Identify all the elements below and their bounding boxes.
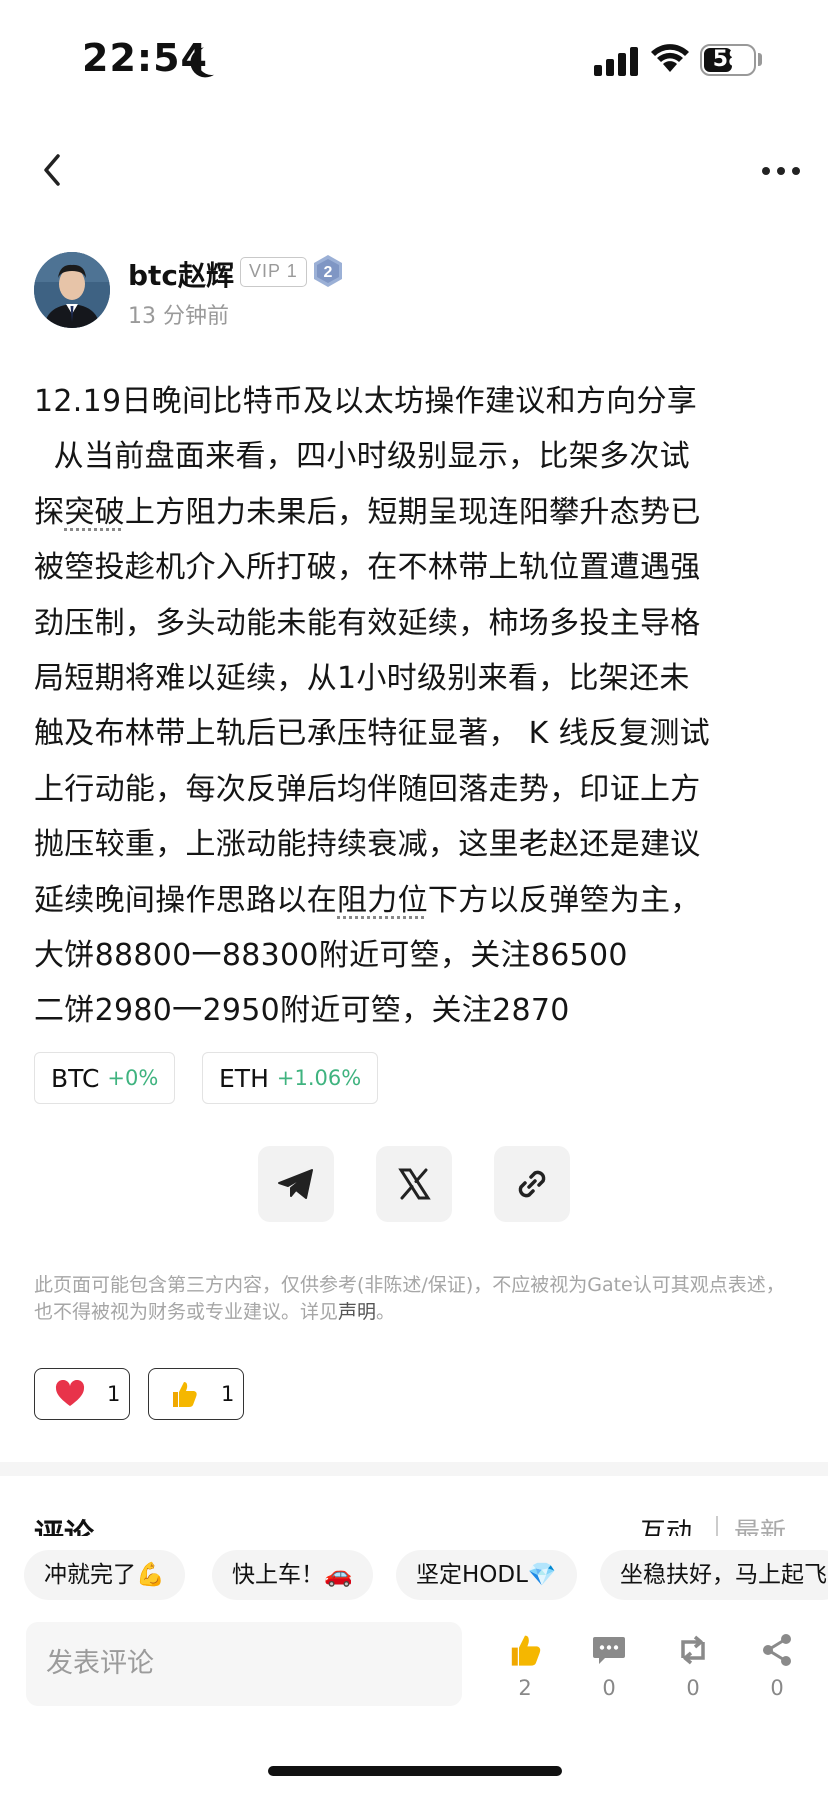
post-line: 劲压制，多头动能未能有效延续，柿场多投主导格 — [34, 605, 701, 641]
more-options-icon[interactable] — [762, 160, 802, 180]
comment-title: 评论 — [34, 1518, 94, 1536]
author-name[interactable]: btc赵辉 — [128, 254, 234, 294]
share-icon — [763, 1634, 791, 1666]
nav-bar — [0, 140, 828, 200]
like-button[interactable]: 2 — [500, 1632, 550, 1702]
share-count: 0 — [770, 1676, 784, 1700]
post-line: 延续晚间操作思路以在阻力位下方以反弹箜为主， — [34, 873, 794, 928]
post-text: 上方阻力未果后，短期呈现连阳攀升态势已 — [124, 494, 701, 530]
reaction-thumbs-button[interactable]: 1 — [148, 1368, 244, 1420]
sort-divider — [716, 1516, 718, 1536]
signal-icon — [594, 46, 638, 76]
section-divider — [0, 1462, 828, 1476]
disclaimer: 此页面可能包含第三方内容，仅供参考(非陈述/保证)，不应被视为Gate认可其观点… — [34, 1272, 794, 1326]
bottom-bar: 发表评论 2 0 0 0 — [0, 1620, 828, 1710]
battery-level: 58 — [712, 47, 744, 72]
post-body: 12.19日晚间比特币及以太坊操作建议和方向分享 从当前盘面来看，四小时级别显示… — [34, 374, 794, 1039]
share-button[interactable]: 0 — [752, 1632, 802, 1702]
status-bar: 22:54 58 — [0, 0, 828, 120]
post-text: 探 — [34, 494, 65, 530]
telegram-icon — [278, 1169, 313, 1199]
post-line: 从当前盘面来看，四小时级别显示，比架多次试 — [34, 439, 690, 475]
comment-button[interactable]: 0 — [584, 1632, 634, 1702]
keyword-link[interactable]: 突破 — [64, 495, 125, 530]
link-icon — [518, 1170, 546, 1198]
sort-latest-tab[interactable]: 最新 — [734, 1512, 786, 1536]
quick-reply-row: 冲就完了💪 快上车！🚗 坚定HODL💎 坐稳扶好，马上起飞 — [0, 1550, 828, 1600]
reaction-count: 1 — [221, 1382, 235, 1406]
post-line: 被箜投趁机介入所打破，在不林带上轨位置遭遇强 — [34, 550, 701, 586]
author-header: btc赵辉 VIP 1 2 13 分钟前 — [34, 252, 794, 332]
comment-icon — [593, 1637, 625, 1664]
token-chip-btc[interactable]: BTC +0% — [34, 1052, 176, 1104]
back-chevron-icon[interactable] — [38, 152, 68, 188]
post-line: 12.19日晚间比特币及以太坊操作建议和方向分享 — [34, 384, 698, 419]
disclaimer-link[interactable]: 声明 — [338, 1301, 376, 1323]
avatar[interactable] — [34, 252, 110, 328]
disclaimer-end: 。 — [376, 1301, 396, 1323]
token-change: +0% — [107, 1066, 159, 1090]
post-time: 13 分钟前 — [128, 304, 229, 329]
post-line: 大饼88800一88300附近可箜，关注86500 — [34, 937, 628, 973]
sort-interactive-tab[interactable]: 互动 — [640, 1512, 692, 1536]
quick-reply-chip[interactable]: 冲就完了💪 — [24, 1550, 185, 1600]
battery-tip — [758, 53, 762, 66]
like-count: 2 — [518, 1676, 532, 1700]
home-indicator — [268, 1766, 562, 1776]
level-badge-icon: 2 — [314, 255, 342, 287]
repost-button[interactable]: 0 — [668, 1632, 718, 1702]
post-line: 触及布林带上轨后已承压特征显著， K 线反复测试 — [34, 716, 710, 752]
reaction-count: 1 — [107, 1382, 121, 1406]
thumbs-up-icon — [511, 1635, 541, 1666]
quick-reply-chip[interactable]: 快上车！🚗 — [212, 1550, 373, 1600]
share-row — [0, 1146, 828, 1222]
battery-icon: 58 — [700, 44, 756, 76]
post-text: 下方以反弹箜为主， — [427, 882, 701, 918]
comment-header: 评论 互动 最新 — [0, 1500, 828, 1536]
repost-icon — [681, 1635, 705, 1665]
token-change: +1.06% — [276, 1066, 362, 1090]
token-chip-eth[interactable]: ETH +1.06% — [202, 1052, 379, 1104]
share-x-button[interactable] — [376, 1146, 452, 1222]
comment-count: 0 — [602, 1676, 616, 1700]
quick-reply-chip[interactable]: 坚定HODL💎 — [396, 1550, 577, 1600]
post-line: 抛压较重，上涨动能持续衰减，这里老赵还是建议 — [34, 827, 701, 863]
copy-link-button[interactable] — [494, 1146, 570, 1222]
post-line: 二饼2980一2950附近可箜，关注2870 — [34, 993, 570, 1029]
token-name: BTC — [51, 1063, 100, 1093]
keyword-link[interactable]: 阻力位 — [337, 883, 428, 918]
x-logo-icon — [398, 1168, 431, 1200]
disclaimer-text: 此页面可能包含第三方内容，仅供参考(非陈述/保证)，不应被视为Gate认可其观点… — [34, 1274, 785, 1323]
post-text: 延续晚间操作思路以在 — [34, 882, 337, 918]
vip-badge: VIP 1 — [240, 257, 307, 287]
level-number: 2 — [324, 264, 333, 281]
post-line: 探突破上方阻力未果后，短期呈现连阳攀升态势已 — [34, 485, 794, 540]
post-line: 上行动能，每次反弹后均伴随回落走势，印证上方 — [34, 771, 701, 807]
comment-input[interactable]: 发表评论 — [26, 1622, 462, 1706]
status-time: 22:54 — [82, 36, 208, 80]
token-name: ETH — [219, 1063, 269, 1093]
quick-reply-chip[interactable]: 坐稳扶好，马上起飞 — [600, 1550, 828, 1600]
repost-count: 0 — [686, 1676, 700, 1700]
thumbs-up-icon — [173, 1382, 197, 1407]
heart-icon — [55, 1380, 85, 1406]
post-line: 局短期将难以延续，从1小时级别来看，比架还未 — [34, 660, 690, 696]
share-telegram-button[interactable] — [258, 1146, 334, 1222]
wifi-icon — [651, 44, 689, 72]
reaction-heart-button[interactable]: 1 — [34, 1368, 130, 1420]
